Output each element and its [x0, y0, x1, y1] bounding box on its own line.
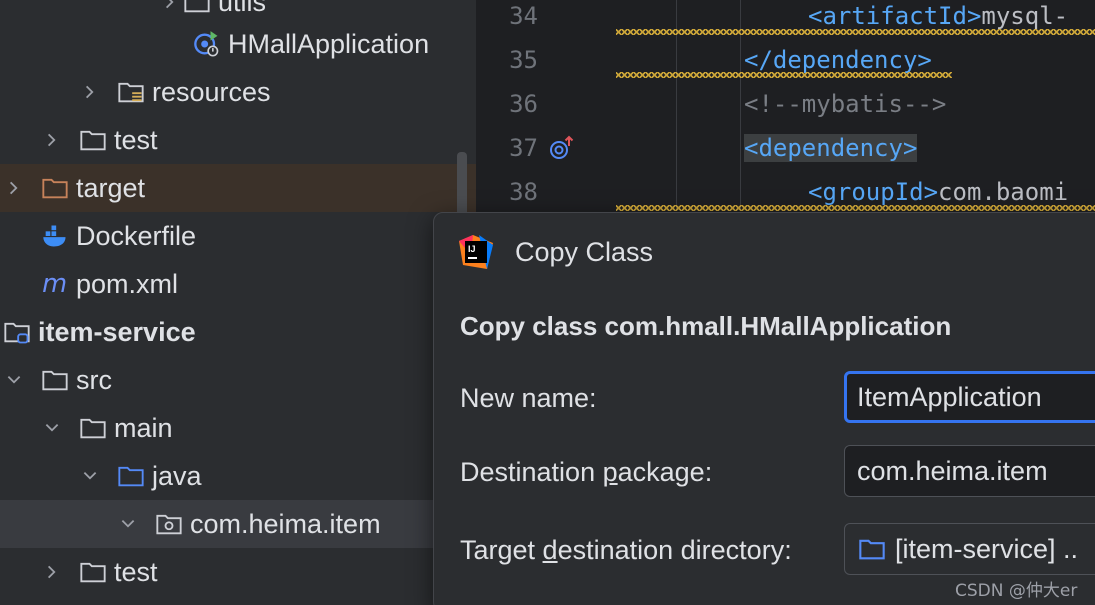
- tree-item-label: utils: [218, 0, 267, 17]
- tree-item-item-service[interactable]: item-service: [0, 308, 476, 356]
- resources-folder-icon: [116, 77, 146, 107]
- tree-item-dockerfile[interactable]: Dockerfile: [0, 212, 476, 260]
- folder-icon: [78, 413, 108, 443]
- code-line-36[interactable]: 36 <!--mybatis-->: [476, 82, 1095, 126]
- dialog-title: Copy Class: [515, 237, 654, 267]
- tree-item-resources[interactable]: resources: [0, 68, 476, 116]
- warning-squiggle: [616, 205, 1095, 211]
- code-text: com.baomi: [938, 178, 1069, 206]
- code-tag: <artifactId>: [808, 2, 982, 30]
- tree-item-label: resources: [152, 76, 271, 107]
- intellij-logo-icon: IJ: [459, 235, 493, 269]
- chevron-down-icon[interactable]: [116, 512, 140, 536]
- new-name-label: New name:: [460, 383, 597, 413]
- watermark: CSDN @仲大er: [955, 581, 1078, 601]
- excluded-folder-icon: [40, 173, 70, 203]
- code-tag: <dependency>: [744, 134, 918, 162]
- target-directory-combo[interactable]: [item-service] ..: [844, 523, 1095, 575]
- code-text: mysql-: [981, 2, 1069, 30]
- tree-item-com-heima-item[interactable]: com.heima.item: [0, 500, 476, 548]
- tree-item-label: test: [114, 124, 158, 155]
- source-folder-icon: [857, 535, 887, 563]
- dialog-heading: Copy class com.hmall.HMallApplication: [460, 311, 952, 341]
- source-folder-icon: [116, 461, 146, 491]
- new-name-input[interactable]: ItemApplication: [844, 371, 1095, 423]
- line-number: 37: [509, 134, 538, 162]
- tree-item-pom-xml[interactable]: m pom.xml: [0, 260, 476, 308]
- destination-package-input[interactable]: com.heima.item: [844, 445, 1095, 497]
- chevron-right-icon[interactable]: [158, 0, 182, 14]
- tree-item-label: pom.xml: [76, 268, 179, 299]
- warning-squiggle: [616, 29, 1095, 35]
- tree-item-label: HMallApplication: [228, 28, 430, 59]
- code-tag: </dependency>: [744, 46, 932, 74]
- code-tag: <groupId>: [808, 178, 939, 206]
- chevron-right-icon[interactable]: [78, 80, 102, 104]
- maven-icon: m: [40, 269, 70, 299]
- chevron-right-icon[interactable]: [40, 128, 64, 152]
- tree-item-test-2[interactable]: test: [0, 548, 476, 596]
- folder-icon: [78, 125, 108, 155]
- tree-item-label: item-service: [38, 316, 196, 347]
- tree-item-java[interactable]: java: [0, 452, 476, 500]
- chevron-down-icon[interactable]: [2, 368, 26, 392]
- tree-item-hmallapplication[interactable]: HMallApplication: [0, 20, 476, 68]
- line-number: 36: [509, 90, 538, 118]
- package-icon: [154, 509, 184, 539]
- folder-icon: [78, 557, 108, 587]
- tree-item-label: java: [152, 460, 202, 491]
- project-tree: utils HMallApplication resources test ta…: [0, 0, 476, 605]
- svg-text:m: m: [42, 270, 67, 298]
- target-directory-label: Target destination directory:: [460, 535, 792, 565]
- line-number: 35: [509, 46, 538, 74]
- tree-item-label: src: [76, 364, 112, 395]
- tree-item-label: test: [114, 556, 158, 587]
- chevron-down-icon[interactable]: [40, 416, 64, 440]
- destination-package-label: Destination package:: [460, 457, 713, 487]
- tree-item-label: target: [76, 172, 146, 203]
- code-line-37[interactable]: 37 <dependency>: [476, 126, 1095, 170]
- folder-icon: [40, 365, 70, 395]
- line-number: 34: [509, 2, 538, 30]
- tree-item-label: main: [114, 412, 173, 443]
- copy-class-dialog: IJ Copy Class Copy class com.hmall.HMall…: [433, 212, 1095, 605]
- tree-item-src[interactable]: src: [0, 356, 476, 404]
- spring-class-icon: [192, 29, 222, 59]
- module-icon: [2, 317, 32, 347]
- tree-scrollbar[interactable]: [457, 152, 467, 216]
- target-directory-value: [item-service] ..: [895, 533, 1079, 564]
- docker-icon: [40, 221, 70, 251]
- tree-item-main[interactable]: main: [0, 404, 476, 452]
- tree-item-label: Dockerfile: [76, 220, 197, 251]
- code-comment: <!--mybatis-->: [744, 90, 947, 118]
- warning-squiggle: [616, 72, 952, 78]
- override-target-icon[interactable]: [548, 134, 578, 162]
- line-number: 38: [509, 178, 538, 206]
- chevron-right-icon[interactable]: [40, 560, 64, 584]
- package-icon: [182, 0, 212, 17]
- tree-item-target[interactable]: target: [0, 164, 476, 212]
- svg-text:IJ: IJ: [468, 244, 476, 254]
- tree-item-test[interactable]: test: [0, 116, 476, 164]
- tree-item-label: com.heima.item: [190, 508, 381, 539]
- chevron-right-icon[interactable]: [2, 176, 26, 200]
- chevron-down-icon[interactable]: [78, 464, 102, 488]
